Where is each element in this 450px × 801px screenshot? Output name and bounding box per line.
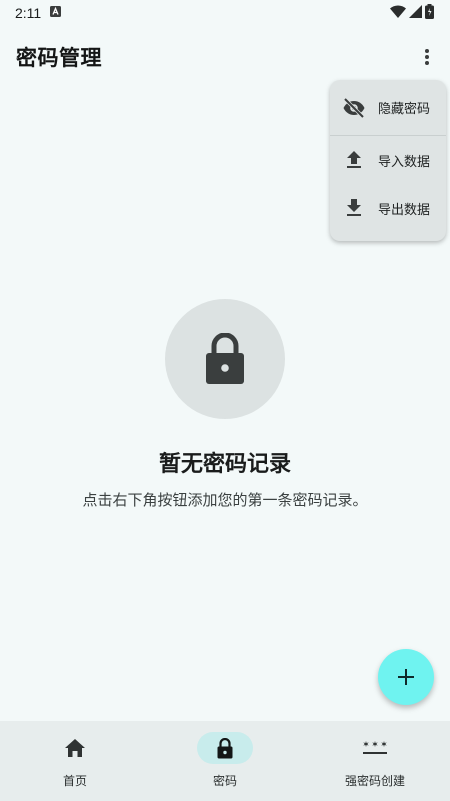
nav-item-passwords[interactable]: 密码 (150, 721, 300, 801)
nav-item-home[interactable]: 首页 (0, 721, 150, 801)
menu-item-label: 隐藏密码 (378, 102, 431, 117)
menu-item-hide-password[interactable]: 隐藏密码 (330, 80, 446, 136)
wifi-icon (390, 4, 406, 22)
empty-state-subtitle: 点击右下角按钮添加您的第一条密码记录。 (82, 491, 368, 509)
nav-label: 强密码创建 (344, 774, 405, 788)
bottom-navigation: 首页 密码 强密码创建 (0, 721, 450, 801)
menu-item-export-data[interactable]: 导出数据 (330, 184, 446, 232)
nav-pill (347, 732, 403, 764)
battery-icon (425, 3, 434, 23)
upload-icon (342, 148, 366, 172)
menu-item-label: 导入数据 (378, 154, 431, 170)
status-time: 2:11 (15, 5, 42, 21)
empty-state-illustration (165, 299, 285, 419)
menu-item-import-data[interactable]: 导入数据 (330, 136, 446, 184)
nav-pill-active (197, 732, 253, 764)
nav-pill (47, 732, 103, 764)
status-right (390, 3, 434, 23)
nav-label: 首页 (62, 774, 87, 788)
app-bar: 密码管理 (0, 34, 450, 80)
signal-icon (409, 4, 422, 22)
eye-off-icon (342, 96, 366, 120)
lock-icon (206, 333, 244, 384)
download-icon (342, 196, 366, 220)
status-left: 2:11 (15, 5, 62, 21)
more-options-button[interactable] (416, 37, 438, 77)
plus-icon (398, 669, 414, 685)
menu-item-label: 导出数据 (378, 202, 431, 218)
add-password-button[interactable] (378, 649, 434, 705)
nav-item-strong-password[interactable]: 强密码创建 (300, 721, 450, 801)
lock-icon (217, 737, 233, 758)
page-title: 密码管理 (16, 46, 102, 70)
home-icon (65, 739, 85, 757)
nav-label: 密码 (212, 774, 237, 788)
empty-state-title: 暂无密码记录 (158, 452, 291, 477)
password-icon (363, 741, 387, 754)
notification-icon (50, 5, 62, 21)
overflow-menu: 隐藏密码 导入数据 导出数据 (330, 80, 446, 241)
more-vert-icon (425, 49, 429, 65)
status-bar: 2:11 (0, 0, 450, 26)
